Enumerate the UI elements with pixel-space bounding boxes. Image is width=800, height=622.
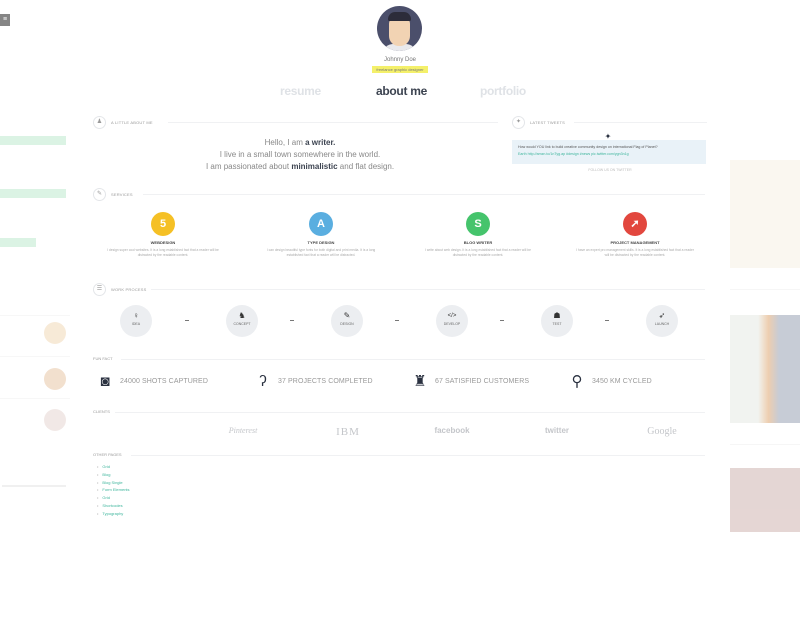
tweets-section-header: ✦ LATEST TWEETS: [512, 116, 707, 130]
other-pages-header: OTHER PAGES: [93, 452, 705, 462]
service-blog-writer: S BLOG WRITER I write about web design. …: [418, 212, 538, 258]
bicycle-icon: ⚲: [571, 373, 583, 390]
tweet-card: How would YOU link to build creative com…: [512, 140, 706, 164]
funfact-section-header: FUN FACT: [93, 356, 705, 366]
profile-avatar: [377, 6, 422, 51]
client-ibm-logo: IBM: [336, 426, 360, 438]
concept-icon: ♞: [238, 311, 246, 320]
portfolio-caption: [730, 268, 800, 290]
process-section-header: ☰ WORK PROCESS: [93, 283, 705, 297]
other-page-link[interactable]: Grid: [97, 494, 130, 502]
portfolio-card: [730, 468, 800, 532]
services-section-header: ✎ SERVICES: [93, 188, 705, 202]
right-background-panel: [730, 100, 800, 550]
type-icon: A: [309, 212, 333, 236]
step-connector: [500, 320, 504, 321]
other-pages-list: Grid Blog Blog Single Form Elements Grid…: [97, 463, 130, 518]
code-icon: </>: [447, 313, 457, 319]
step-connector: [185, 320, 189, 321]
client-google-logo: Google: [647, 426, 677, 437]
process-step-test: ☗ TEST: [541, 305, 573, 337]
nav-about-me[interactable]: about me: [376, 84, 427, 98]
user-icon: ♟: [93, 116, 106, 129]
client-pinterest-logo: Pinterest: [228, 426, 258, 435]
other-page-link[interactable]: Shortcodes: [97, 502, 130, 510]
rocket-icon: ➚: [623, 212, 647, 236]
profile-tagline: freelance graphic designer: [372, 66, 428, 73]
blog-icon: S: [466, 212, 490, 236]
other-page-link[interactable]: Typography: [97, 510, 130, 518]
process-step-develop: </> DEVELOP: [436, 305, 468, 337]
step-connector: [290, 320, 294, 321]
step-connector: [605, 320, 609, 321]
portfolio-card: [730, 315, 800, 445]
portfolio-image: [730, 468, 800, 532]
other-page-link[interactable]: Grid: [97, 463, 130, 471]
service-webdesign: 5 WEBDESIGN I design super cool websites…: [103, 212, 223, 258]
avatar: [44, 368, 66, 390]
portfolio-image: [730, 315, 800, 423]
footer-line: [2, 485, 66, 487]
bug-icon: ☗: [553, 311, 561, 320]
menu-toggle-button[interactable]: ≡: [0, 14, 10, 26]
nav-portfolio[interactable]: portfolio: [480, 84, 526, 98]
list-icon: ☰: [93, 283, 106, 296]
about-section-header: ♟ A LITTLE ABOUT ME: [93, 116, 498, 130]
follow-link[interactable]: FOLLOW US ON TWITTER: [560, 168, 660, 172]
customer-icon: ♜: [413, 373, 427, 390]
service-type-design: A TYPE DESIGN I can design beautiful typ…: [261, 212, 381, 258]
rocket-icon: ➶: [658, 311, 666, 320]
tweet-link[interactable]: Earth http://amzn.to/1nTyg.ap #design #n…: [518, 152, 629, 156]
pencil-icon: ✎: [93, 188, 106, 201]
html5-icon: 5: [151, 212, 175, 236]
portfolio-image: [730, 160, 800, 268]
lightbulb-icon: ♀: [133, 311, 139, 320]
other-page-link[interactable]: Form Elements: [97, 486, 129, 494]
clients-section-header: CLIENTS: [93, 409, 705, 419]
process-step-idea: ♀ IDEA: [120, 305, 152, 337]
nav-resume[interactable]: resume: [280, 84, 321, 98]
twitter-icon: ✦: [512, 116, 525, 129]
camera-icon: ◙: [100, 373, 110, 390]
process-step-concept: ♞ CONCEPT: [226, 305, 258, 337]
brush-icon: ✎: [343, 311, 351, 320]
process-step-design: ✎ DESIGN: [331, 305, 363, 337]
skill-bar: [0, 136, 66, 145]
main-nav: resume about me portfolio: [0, 84, 800, 100]
other-page-link[interactable]: Blog Single: [97, 479, 130, 487]
process-step-launch: ➶ LAUNCH: [646, 305, 678, 337]
avatar: [44, 409, 66, 431]
step-connector: [395, 320, 399, 321]
skill-bar: [0, 189, 66, 198]
portfolio-card: [730, 160, 800, 290]
profile-name: Johnny Doe: [383, 57, 417, 63]
client-facebook-logo: facebook: [434, 426, 470, 435]
client-twitter-logo: twitter: [545, 426, 569, 435]
skill-bar: [0, 238, 36, 247]
portfolio-caption: [730, 423, 800, 445]
service-project-management: ➚ PROJECT MANAGEMENT I have an expert pr…: [575, 212, 695, 258]
other-page-link[interactable]: Blog: [97, 471, 130, 479]
ear-icon: ʔ: [259, 373, 267, 390]
about-intro: Hello, I am a writer. I live in a small …: [205, 138, 395, 171]
avatar: [44, 322, 66, 344]
